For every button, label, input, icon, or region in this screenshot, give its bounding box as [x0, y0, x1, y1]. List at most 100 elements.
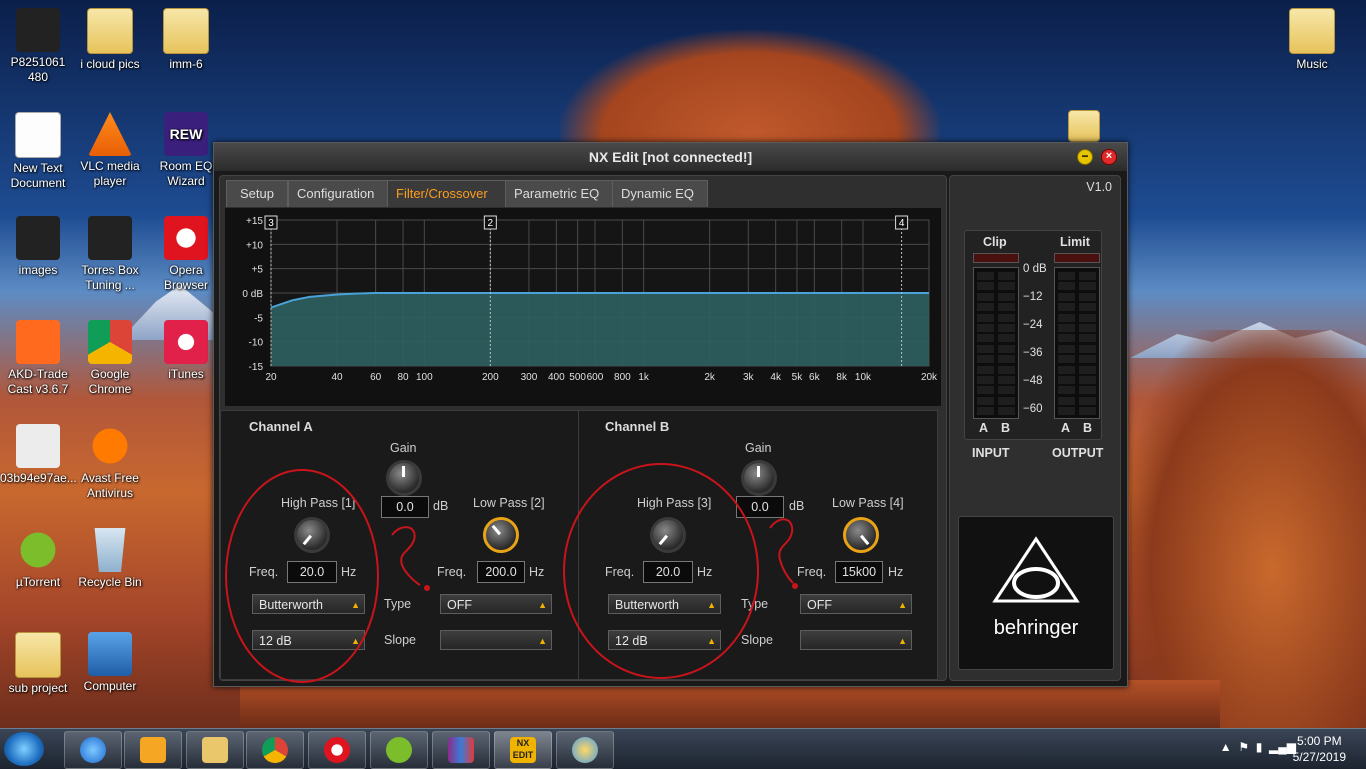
channel-a-gain-knob[interactable] [386, 460, 422, 496]
clock[interactable]: 5:00 PM 5/27/2019 [1293, 733, 1346, 765]
computer-icon [88, 632, 132, 676]
brand-name: behringer [993, 617, 1079, 639]
annotation-circle-b [563, 463, 759, 679]
channel-a-lp-freq-input[interactable]: 200.0 [477, 561, 525, 583]
meter-scale-24: −24 [1023, 319, 1043, 331]
desktop-icon-torres-box[interactable]: Torres Box Tuning ... [72, 216, 148, 293]
channel-a-lowpass-knob[interactable] [483, 517, 519, 553]
desktop-icon-recycle-bin[interactable]: Recycle Bin [72, 528, 148, 590]
wallpaper-rock-bottom [240, 680, 1220, 730]
desktop-icon-new-text-document[interactable]: New Text Document [0, 112, 76, 191]
x-tick-label: 400 [548, 372, 565, 383]
taskbar-chrome[interactable] [246, 731, 304, 769]
taskbar: NX EDIT ▲ ⚑ ▮ ▂▄▆ 5:00 PM 5/27/2019 [0, 728, 1366, 769]
window-title: NX Edit [not connected!] [588, 149, 753, 165]
window-titlebar[interactable]: NX Edit [not connected!] − × [214, 143, 1127, 171]
taskbar-internet-explorer[interactable] [64, 731, 122, 769]
x-tick-label: 200 [482, 372, 499, 383]
meter-segment [977, 386, 994, 395]
desktop-icon-images[interactable]: images [0, 216, 76, 278]
taskbar-paint[interactable] [556, 731, 614, 769]
channel-b-lp-type-select[interactable]: OFF ▲ [800, 594, 912, 614]
meter-segment [1079, 334, 1096, 343]
meter-segment [977, 313, 994, 322]
meter-segment [1058, 292, 1075, 301]
clock-date: 5/27/2019 [1292, 750, 1346, 764]
channel-a-title: Channel A [249, 419, 313, 434]
folder-icon [1289, 8, 1335, 54]
desktop-icon-hidden-folder[interactable] [1046, 110, 1122, 145]
clip-led [973, 253, 1019, 263]
opera-icon [164, 216, 208, 260]
knob-indicator [402, 466, 405, 477]
taskbar-opera[interactable] [308, 731, 366, 769]
tab-configuration[interactable]: Configuration [288, 180, 399, 207]
channel-b-panel: Channel B Gain 0.0 dB High Pass [3] Freq… [563, 410, 938, 680]
desktop-icon-chrome[interactable]: Google Chrome [72, 320, 148, 397]
minimize-button[interactable]: − [1077, 149, 1093, 165]
clock-time: 5:00 PM [1296, 734, 1342, 748]
taskbar-nx-edit[interactable]: NX EDIT [494, 731, 552, 769]
meter-segment [977, 292, 994, 301]
media-player-icon [140, 737, 166, 763]
channel-b-lowpass-knob[interactable] [843, 517, 879, 553]
channel-a-lp-type-select[interactable]: OFF ▲ [440, 594, 552, 614]
desktop-icon-icloud-pics[interactable]: i cloud pics [72, 8, 148, 72]
desktop-icon-akd-trade[interactable]: AKD-Trade Cast v3.6.7 [0, 320, 76, 397]
response-area [271, 293, 929, 366]
x-tick-label: 800 [614, 372, 631, 383]
tab-dynamic-eq[interactable]: Dynamic EQ [612, 180, 708, 207]
channel-a-lp-slope-select[interactable]: ▲ [440, 630, 552, 650]
channel-b-lp-freq-input[interactable]: 15k00 [835, 561, 883, 583]
meter-segment [998, 386, 1015, 395]
taskbar-utorrent[interactable] [370, 731, 428, 769]
channel-b-gain-knob[interactable] [741, 460, 777, 496]
action-center-icon[interactable]: ⚑ [1238, 740, 1249, 754]
tab-parametric-eq[interactable]: Parametric EQ [505, 180, 615, 207]
tab-filter-crossover[interactable]: Filter/Crossover [387, 180, 507, 207]
x-tick-label: 8k [836, 372, 848, 383]
desktop-icon-sub-project[interactable]: sub project [0, 632, 76, 696]
system-tray[interactable]: ▲ ⚑ ▮ ▂▄▆ [1220, 740, 1296, 754]
crossover-marker-label: 4 [899, 218, 905, 229]
frequency-response-graph[interactable]: 20 40 60 80 100 200 300 400 500 600 800 1k 2k 3k 4k 5k 6… [225, 208, 941, 406]
x-tick-label: 600 [587, 372, 604, 383]
meter-scale-12: −12 [1023, 291, 1043, 303]
meter-segment [1058, 386, 1075, 395]
taskbar-winrar[interactable] [432, 731, 490, 769]
meter-segment [1079, 365, 1096, 374]
meter-segment [1079, 272, 1096, 280]
desktop-icon-music[interactable]: Music [1274, 8, 1350, 72]
meter-segment [1079, 396, 1096, 405]
start-button[interactable] [4, 732, 44, 766]
desktop-icon-vlc[interactable]: VLC media player [72, 112, 148, 189]
taskbar-media-player[interactable] [124, 731, 182, 769]
desktop-icon-avast[interactable]: Avast Free Antivirus [72, 424, 148, 501]
desktop-icon-p8251061[interactable]: P8251061 480 [0, 8, 76, 85]
meter-segment [1079, 407, 1096, 416]
x-tick-label: 20 [265, 372, 277, 383]
tab-setup[interactable]: Setup [226, 180, 288, 207]
meter-segment [1058, 355, 1075, 364]
battery-icon[interactable]: ▮ [1256, 740, 1263, 754]
y-tick-label: -15 [249, 362, 264, 373]
desktop-icon-computer[interactable]: Computer [72, 632, 148, 694]
meter-segment [1058, 376, 1075, 384]
channel-b-gain-unit: dB [789, 499, 805, 513]
level-meters: Clip Limit 0 dB −12 −24 −36 −48 −60 A B … [964, 230, 1102, 440]
nx-edit-window: NX Edit [not connected!] − × Setup Confi… [213, 142, 1128, 687]
desktop-icon-03b94e97ae[interactable]: 03b94e97ae... [0, 424, 77, 486]
channel-b-lp-slope-select[interactable]: ▲ [800, 630, 912, 650]
channel-b-gain-label: Gain [745, 441, 772, 455]
channel-a-gain-value[interactable]: 0.0 [381, 496, 429, 518]
meter-segment [977, 407, 994, 416]
desktop-icon-imm-6[interactable]: imm-6 [148, 8, 224, 72]
x-tick-label: 6k [809, 372, 821, 383]
output-meter [1054, 267, 1100, 419]
dropdown-arrow-icon: ▲ [898, 600, 907, 610]
frequency-response-chart: 20 40 60 80 100 200 300 400 500 600 800 1k 2k 3k 4k 5k 6… [242, 215, 938, 383]
tray-arrow-icon[interactable]: ▲ [1220, 740, 1232, 754]
close-button[interactable]: × [1101, 149, 1117, 165]
desktop-icon-utorrent[interactable]: µTorrent [0, 528, 76, 590]
taskbar-file-explorer[interactable] [186, 731, 244, 769]
